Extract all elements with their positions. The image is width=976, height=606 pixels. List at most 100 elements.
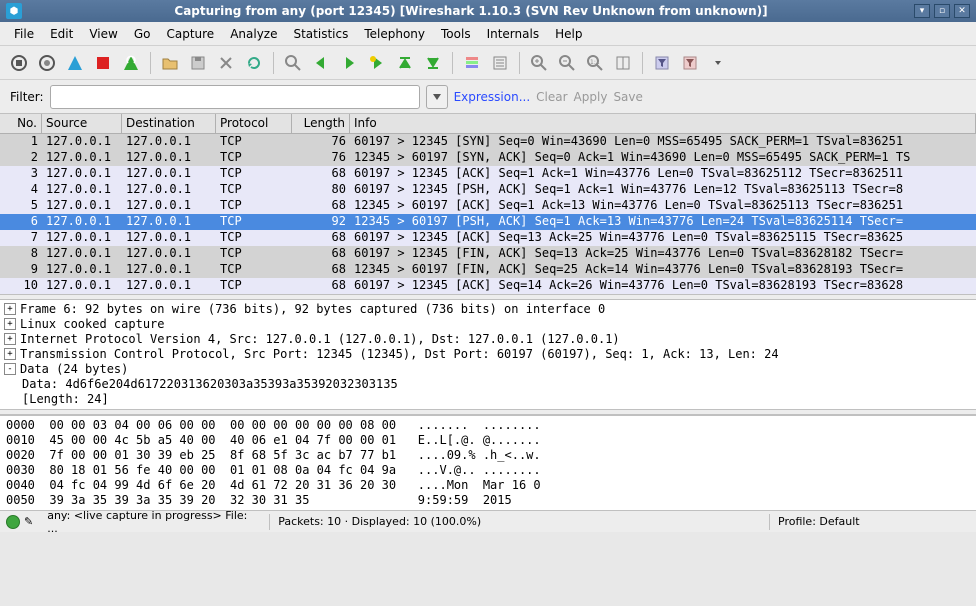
detail-text: Data: 4d6f6e204d617220313620303a35393a35… xyxy=(22,377,398,392)
col-source[interactable]: Source xyxy=(42,114,122,133)
detail-text: Data (24 bytes) xyxy=(20,362,128,377)
goto-packet-icon[interactable] xyxy=(364,50,390,76)
capture-filters-icon[interactable] xyxy=(649,50,675,76)
menu-view[interactable]: View xyxy=(81,24,125,44)
toolbar-separator xyxy=(519,52,520,74)
zoom-100-icon[interactable]: 1:1 xyxy=(582,50,608,76)
window-titlebar: ⬢ Capturing from any (port 12345) [Wires… xyxy=(0,0,976,22)
apply-button[interactable]: Apply xyxy=(574,90,608,104)
detail-text: Linux cooked capture xyxy=(20,317,165,332)
packet-row[interactable]: 8127.0.0.1127.0.0.1TCP6860197 > 12345 [F… xyxy=(0,246,976,262)
hex-row[interactable]: 0010 45 00 00 4c 5b a5 40 00 40 06 e1 04… xyxy=(6,433,970,448)
detail-tree-node[interactable]: [Length: 24] xyxy=(4,392,972,407)
toolbar-separator xyxy=(452,52,453,74)
status-bar: ✎ any: <live capture in progress> File: … xyxy=(0,510,976,532)
filter-dropdown-button[interactable] xyxy=(426,85,448,109)
minimize-button[interactable]: ▾ xyxy=(914,4,930,18)
packet-row[interactable]: 6127.0.0.1127.0.0.1TCP9212345 > 60197 [P… xyxy=(0,214,976,230)
hex-row[interactable]: 0030 80 18 01 56 fe 40 00 00 01 01 08 0a… xyxy=(6,463,970,478)
packet-row[interactable]: 7127.0.0.1127.0.0.1TCP6860197 > 12345 [A… xyxy=(0,230,976,246)
expression-link[interactable]: Expression... xyxy=(454,90,531,104)
find-icon[interactable] xyxy=(280,50,306,76)
zoom-out-icon[interactable] xyxy=(554,50,580,76)
close-file-icon[interactable] xyxy=(213,50,239,76)
col-destination[interactable]: Destination xyxy=(122,114,216,133)
col-length[interactable]: Length xyxy=(292,114,350,133)
menu-tools[interactable]: Tools xyxy=(433,24,479,44)
save-file-icon[interactable] xyxy=(185,50,211,76)
hex-row[interactable]: 0000 00 00 03 04 00 06 00 00 00 00 00 00… xyxy=(6,418,970,433)
expand-toggle[interactable]: + xyxy=(4,318,16,330)
maximize-button[interactable]: ▫ xyxy=(934,4,950,18)
edit-icon[interactable]: ✎ xyxy=(24,515,33,528)
menu-file[interactable]: File xyxy=(6,24,42,44)
menu-bar: File Edit View Go Capture Analyze Statis… xyxy=(0,22,976,46)
expand-toggle[interactable]: + xyxy=(4,348,16,360)
menu-edit[interactable]: Edit xyxy=(42,24,81,44)
packet-row[interactable]: 3127.0.0.1127.0.0.1TCP6860197 > 12345 [A… xyxy=(0,166,976,182)
capture-options-icon[interactable] xyxy=(34,50,60,76)
detail-tree-node[interactable]: + Internet Protocol Version 4, Src: 127.0… xyxy=(4,332,972,347)
menu-statistics[interactable]: Statistics xyxy=(285,24,356,44)
menu-help[interactable]: Help xyxy=(547,24,590,44)
menu-internals[interactable]: Internals xyxy=(479,24,548,44)
toolbar-separator xyxy=(150,52,151,74)
status-profile[interactable]: Profile: Default xyxy=(770,515,970,528)
detail-tree-node[interactable]: + Transmission Control Protocol, Src Port… xyxy=(4,347,972,362)
display-filters-icon[interactable] xyxy=(677,50,703,76)
packet-list-pane: No. Source Destination Protocol Length I… xyxy=(0,114,976,294)
interfaces-icon[interactable] xyxy=(6,50,32,76)
filter-input[interactable] xyxy=(50,85,420,109)
clear-button[interactable]: Clear xyxy=(536,90,567,104)
packet-row[interactable]: 2127.0.0.1127.0.0.1TCP7612345 > 60197 [S… xyxy=(0,150,976,166)
zoom-in-icon[interactable] xyxy=(526,50,552,76)
colorize-icon[interactable] xyxy=(459,50,485,76)
detail-tree-node[interactable]: Data: 4d6f6e204d617220313620303a35393a35… xyxy=(4,377,972,392)
packet-row[interactable]: 5127.0.0.1127.0.0.1TCP6812345 > 60197 [A… xyxy=(0,198,976,214)
expert-info-icon[interactable] xyxy=(6,515,20,529)
open-file-icon[interactable] xyxy=(157,50,183,76)
detail-text: Transmission Control Protocol, Src Port:… xyxy=(20,347,779,362)
go-forward-icon[interactable] xyxy=(336,50,362,76)
detail-tree-node[interactable]: -Data (24 bytes) xyxy=(4,362,972,377)
expand-toggle[interactable]: + xyxy=(4,303,16,315)
hex-row[interactable]: 0040 04 fc 04 99 4d 6f 6e 20 4d 61 72 20… xyxy=(6,478,970,493)
packet-row[interactable]: 1127.0.0.1127.0.0.1TCP7660197 > 12345 [S… xyxy=(0,134,976,150)
reload-icon[interactable] xyxy=(241,50,267,76)
menu-capture[interactable]: Capture xyxy=(158,24,222,44)
stop-capture-icon[interactable] xyxy=(90,50,116,76)
autoscroll-icon[interactable] xyxy=(487,50,513,76)
menu-analyze[interactable]: Analyze xyxy=(222,24,285,44)
filter-toolbar: Filter: Expression... Clear Apply Save xyxy=(0,80,976,114)
packet-row[interactable]: 4127.0.0.1127.0.0.1TCP8060197 > 12345 [P… xyxy=(0,182,976,198)
resize-columns-icon[interactable] xyxy=(610,50,636,76)
packet-list-header: No. Source Destination Protocol Length I… xyxy=(0,114,976,134)
packet-detail-pane: +Frame 6: 92 bytes on wire (736 bits), 9… xyxy=(0,300,976,409)
menu-go[interactable]: Go xyxy=(126,24,159,44)
close-button[interactable]: ✕ xyxy=(954,4,970,18)
detail-tree-node[interactable]: + Linux cooked capture xyxy=(4,317,972,332)
col-info[interactable]: Info xyxy=(350,114,976,133)
restart-capture-icon[interactable] xyxy=(118,50,144,76)
menu-telephony[interactable]: Telephony xyxy=(356,24,433,44)
status-capture: any: <live capture in progress> File: ..… xyxy=(39,509,269,535)
go-last-icon[interactable] xyxy=(420,50,446,76)
packet-row[interactable]: 10127.0.0.1127.0.0.1TCP6860197 > 12345 [… xyxy=(0,278,976,294)
go-first-icon[interactable] xyxy=(392,50,418,76)
expand-toggle[interactable]: + xyxy=(4,333,16,345)
hex-row[interactable]: 0020 7f 00 00 01 30 39 eb 25 8f 68 5f 3c… xyxy=(6,448,970,463)
expand-toggle[interactable]: - xyxy=(4,363,16,375)
go-back-icon[interactable] xyxy=(308,50,334,76)
filter-label: Filter: xyxy=(10,90,44,104)
detail-tree-node[interactable]: +Frame 6: 92 bytes on wire (736 bits), 9… xyxy=(4,302,972,317)
col-protocol[interactable]: Protocol xyxy=(216,114,292,133)
hex-row[interactable]: 0050 39 3a 35 39 3a 35 39 20 32 30 31 35… xyxy=(6,493,970,508)
detail-text: Internet Protocol Version 4, Src: 127.0.… xyxy=(20,332,620,347)
save-button[interactable]: Save xyxy=(613,90,642,104)
start-capture-icon[interactable] xyxy=(62,50,88,76)
toolbar-separator xyxy=(273,52,274,74)
col-no[interactable]: No. xyxy=(0,114,42,133)
packet-row[interactable]: 9127.0.0.1127.0.0.1TCP6812345 > 60197 [F… xyxy=(0,262,976,278)
toolbar-dropdown-icon[interactable] xyxy=(705,50,731,76)
status-packets: Packets: 10 · Displayed: 10 (100.0%) xyxy=(270,515,769,528)
